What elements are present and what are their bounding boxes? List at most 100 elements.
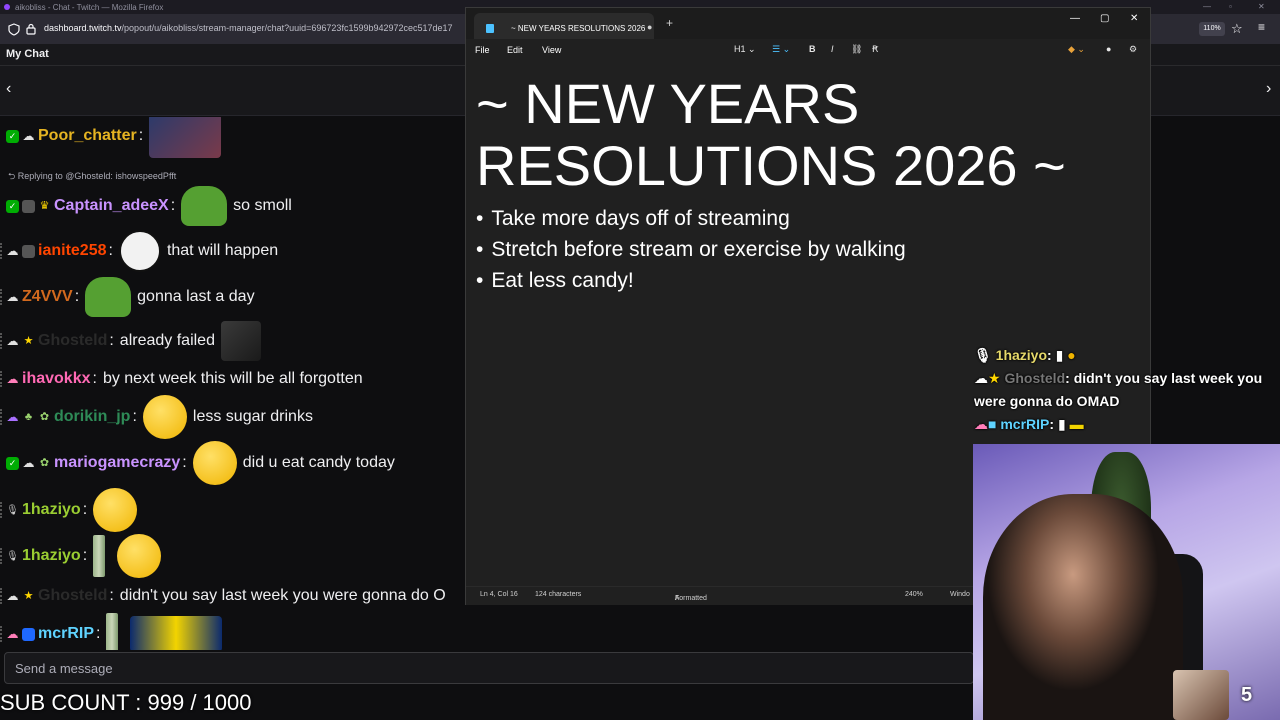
thinking-emote-icon — [142, 395, 187, 439]
url-bar[interactable]: dashboard.twitch.tv/popout/u/aikobliss/s… — [44, 23, 453, 33]
cloud-badge-icon: ☁ — [6, 371, 19, 386]
bookmark-star-icon[interactable]: ☆ — [1231, 21, 1243, 37]
chat-message[interactable]: ☁ mcrRIP : — [0, 613, 228, 650]
unimpressed-emote-icon — [117, 534, 162, 578]
chat-text: that will happen — [166, 242, 279, 259]
maximize-icon[interactable]: ▫ — [1229, 2, 1232, 11]
resolution-list: Take more days off of streaming Stretch … — [476, 203, 905, 296]
chat-message[interactable]: ☁ ★ Ghosteld : didn't you say last week … — [0, 581, 446, 611]
format-mode-label: Formatted — [675, 595, 707, 602]
vip-badge-icon: ✓ — [6, 199, 19, 213]
chat-colon: : — [82, 501, 88, 518]
account-icon[interactable]: ● — [1106, 44, 1111, 54]
close-icon[interactable]: ✕ — [1130, 13, 1138, 24]
zoom-level-button[interactable]: 110% — [1199, 22, 1225, 36]
lock-icon[interactable] — [26, 23, 36, 35]
drag-handle — [0, 588, 3, 604]
chat-username[interactable]: ihavokkx — [22, 370, 90, 388]
drag-handle — [0, 333, 3, 349]
chat-username[interactable]: ianite258 — [38, 242, 106, 260]
overlay-username: Ghosteld — [1004, 370, 1066, 386]
chat-text: gonna last a day — [137, 288, 255, 305]
sprout-badge-icon: ✿ — [39, 456, 50, 469]
list-format-icon[interactable]: ☰ ⌄ — [772, 44, 790, 55]
chat-message[interactable]: ☁ ♣ ✿ dorikin_jp : less sugar drinks — [0, 395, 313, 439]
menu-edit[interactable]: Edit — [507, 45, 523, 55]
unimpressed-emote-icon — [192, 441, 237, 485]
bold-icon[interactable]: B — [809, 44, 816, 54]
chat-message-list[interactable]: ✓ ☁ Poor_chatter : ⮌ Replying to @Ghoste… — [0, 117, 470, 650]
star-badge-icon: ★ — [988, 370, 1005, 386]
url-path: /popout/u/aikobliss/stream-manager/chat?… — [121, 23, 453, 33]
url-host: dashboard.twitch.tv — [44, 23, 122, 33]
chat-colon: : — [92, 370, 97, 387]
chevron-right-icon[interactable]: › — [1266, 80, 1271, 98]
chat-message[interactable]: ☁ ★ Ghosteld : already failed — [0, 321, 267, 361]
chat-message[interactable]: ☁ ianite258 : that will happen — [0, 230, 279, 272]
chat-message[interactable]: ✓ ☁ ✿ mariogamecrazy : did u eat candy t… — [0, 441, 395, 485]
notepad-tab-title: ~ NEW YEARS RESOLUTIONS 2026 — [511, 24, 646, 33]
can-emote-icon — [93, 535, 106, 577]
line-ending: Windo — [950, 591, 970, 598]
chat-message[interactable]: ✓ ☁ Poor_chatter : — [0, 117, 227, 158]
cursor-position: Ln 4, Col 16 — [480, 591, 518, 598]
link-icon[interactable]: ⛓ — [851, 44, 862, 55]
chat-username[interactable]: Ghosteld — [38, 332, 107, 350]
pepe-emote-icon — [181, 186, 228, 226]
overlay-username: 1haziyo — [995, 347, 1048, 363]
minimize-icon[interactable]: — — [1203, 2, 1211, 11]
chat-message[interactable]: 🎙 1haziyo : — [0, 488, 143, 532]
sub-count-overlay: SUB COUNT : 999 / 1000 — [0, 690, 252, 715]
cloud-badge-icon: ☁ — [6, 626, 19, 641]
clear-format-icon[interactable]: Ꞧ — [872, 44, 878, 55]
reply-icon: ⮌ — [8, 171, 18, 181]
menu-view[interactable]: View — [542, 45, 561, 55]
chat-colon: : — [74, 288, 80, 305]
chat-username[interactable]: dorikin_jp — [54, 408, 130, 426]
copilot-icon[interactable]: ◆ ⌄ — [1068, 44, 1085, 55]
chat-username[interactable]: Ghosteld — [38, 587, 107, 605]
chat-message[interactable]: ☁ ihavokkx : by next week this will be a… — [0, 364, 363, 394]
minimize-icon[interactable]: — — [1070, 13, 1080, 24]
drag-handle — [0, 502, 3, 518]
chat-title: My Chat — [6, 48, 49, 60]
chat-colon: : — [138, 127, 144, 144]
chat-username[interactable]: Captain_adeeX — [54, 197, 169, 215]
menu-file[interactable]: File — [475, 45, 490, 55]
gear-icon[interactable]: ⚙ — [1129, 44, 1137, 55]
cloud-badge-icon: ☁ — [6, 243, 19, 258]
webcam-number: 5 — [1241, 684, 1253, 706]
sprout-badge-icon: ✿ — [39, 410, 50, 423]
overlay-username: mcrRIP — [1000, 416, 1050, 432]
chat-message[interactable]: ☁ Z4VVV : gonna last a day — [0, 277, 255, 317]
chat-username[interactable]: Z4VVV — [22, 288, 73, 306]
chat-username[interactable]: mariogamecrazy — [54, 454, 180, 472]
chat-message[interactable]: ✓ ♛ Captain_adeeX : so smoll — [0, 186, 292, 226]
maximize-icon[interactable]: ▢ — [1100, 13, 1109, 24]
new-tab-icon[interactable]: + — [666, 16, 673, 30]
chat-username[interactable]: mcrRIP — [38, 625, 94, 643]
star-badge-icon: ★ — [23, 589, 34, 602]
vip-badge-icon: ✓ — [6, 129, 19, 143]
chat-username[interactable]: 1haziyo — [22, 501, 81, 519]
chevron-left-icon[interactable]: ‹ — [6, 80, 11, 98]
can-emote-icon: ▮ — [1057, 416, 1066, 432]
heading-style-dropdown[interactable]: H1 ⌄ — [734, 44, 756, 55]
chat-message[interactable]: 🎙 1haziyo : — [0, 534, 167, 578]
cloud-badge-icon: ☁ — [974, 370, 988, 386]
browser-window-title: aikobliss - Chat - Twitch — Mozilla Fire… — [15, 2, 164, 12]
close-icon[interactable]: ✕ — [1258, 2, 1265, 11]
hamburger-menu-icon[interactable]: ≡ — [1258, 20, 1265, 34]
shield-icon[interactable] — [8, 23, 20, 36]
chat-username[interactable]: 1haziyo — [22, 547, 81, 565]
notepad-tab[interactable]: ~ NEW YEARS RESOLUTIONS 2026 ● — [474, 13, 654, 39]
send-message-input[interactable]: Send a message — [4, 652, 974, 684]
sub-badge-icon — [22, 627, 35, 641]
webcam-feed: 5 — [973, 444, 1280, 720]
italic-icon[interactable]: I — [831, 44, 834, 54]
chat-username[interactable]: Poor_chatter — [38, 127, 137, 145]
tab-close-icon[interactable]: ● — [647, 22, 652, 32]
list-item: Stretch before stream or exercise by wal… — [476, 234, 905, 265]
reply-context[interactable]: ⮌ Replying to @Ghosteld: ishowspeedPfft — [8, 169, 176, 185]
notepad-icon — [486, 24, 494, 33]
